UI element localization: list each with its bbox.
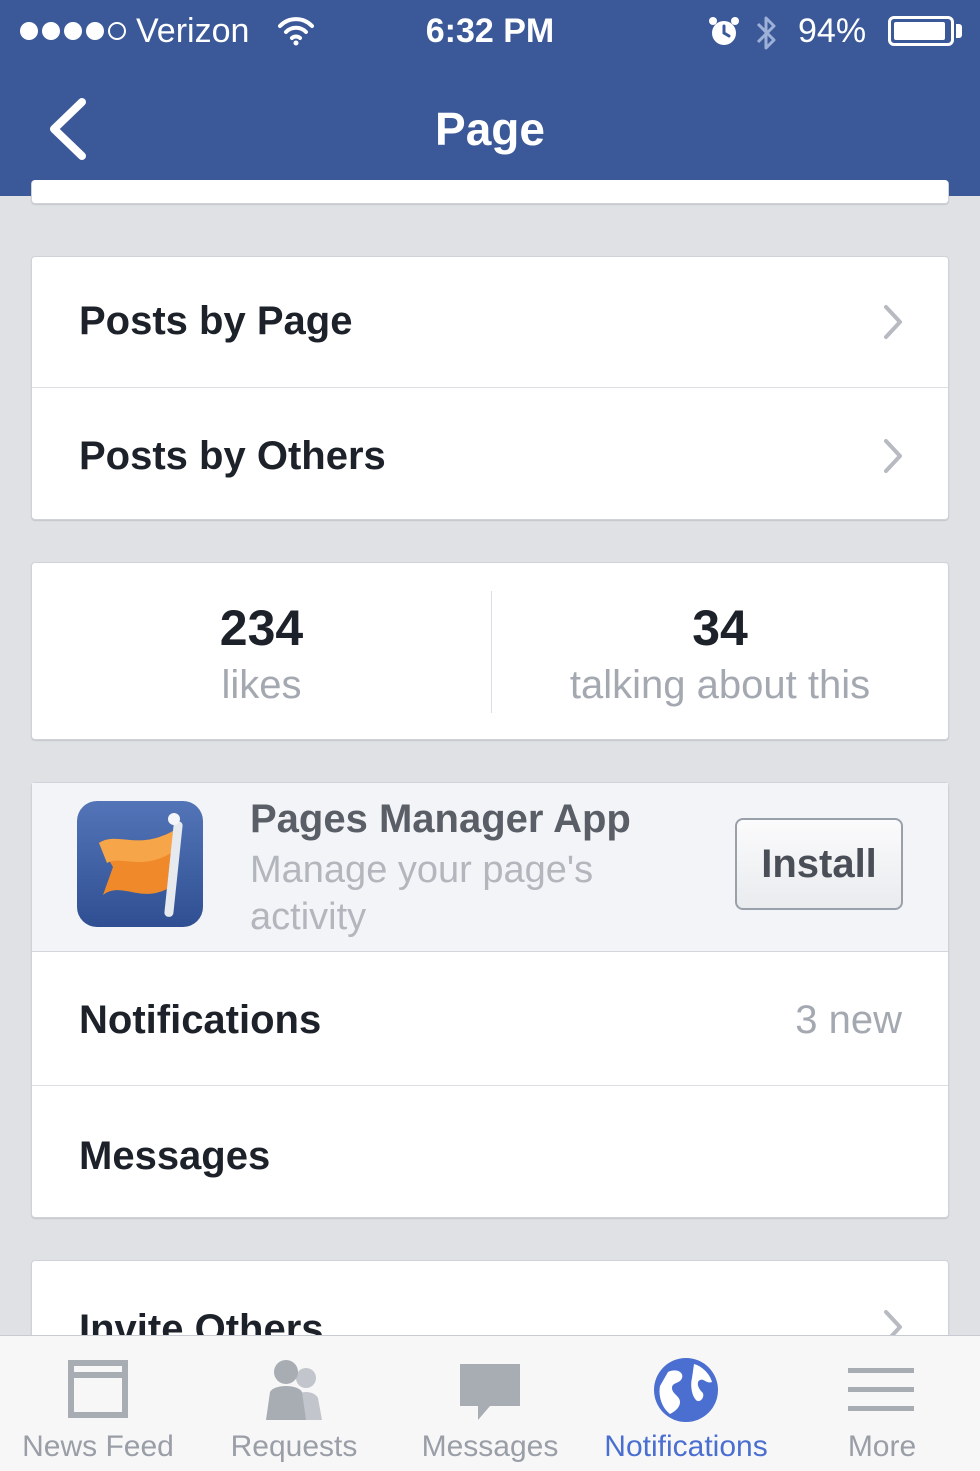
posts-card: Posts by Page Posts by Others bbox=[31, 256, 949, 520]
messages-label: Messages bbox=[79, 1134, 271, 1178]
status-bar: Verizon 6:32 PM 94% bbox=[0, 0, 980, 66]
chevron-right-icon bbox=[884, 305, 902, 339]
globe-icon bbox=[654, 1358, 718, 1422]
battery-nub bbox=[956, 24, 962, 38]
previous-card-edge bbox=[31, 180, 949, 204]
alarm-icon bbox=[709, 17, 739, 45]
flag-icon bbox=[77, 801, 203, 927]
messages-icon bbox=[460, 1364, 520, 1420]
nav-bar: Page bbox=[0, 66, 980, 196]
header: Verizon 6:32 PM 94% Page bbox=[0, 0, 980, 196]
talking-about-stat[interactable]: 34 talking about this bbox=[492, 563, 948, 739]
bluetooth-icon bbox=[756, 16, 776, 50]
talking-count: 34 bbox=[692, 600, 748, 656]
talking-label: talking about this bbox=[569, 663, 871, 707]
tab-news-feed[interactable]: News Feed bbox=[0, 1336, 196, 1471]
tab-label: Notifications bbox=[604, 1430, 768, 1463]
news-feed-icon bbox=[68, 1360, 128, 1418]
manage-card: Pages Manager App Manage your page's act… bbox=[31, 782, 949, 1218]
menu-icon bbox=[848, 1368, 914, 1411]
likes-stat[interactable]: 234 likes bbox=[32, 563, 491, 739]
tab-label: More bbox=[847, 1430, 917, 1463]
tab-messages[interactable]: Messages bbox=[392, 1336, 588, 1471]
tab-more[interactable]: More bbox=[784, 1336, 980, 1471]
notifications-row[interactable]: Notifications 3 new bbox=[32, 952, 948, 1086]
install-button[interactable]: Install bbox=[735, 818, 903, 910]
likes-label: likes bbox=[221, 663, 302, 707]
stats-card: 234 likes 34 talking about this bbox=[31, 562, 949, 740]
promo-description: Manage your page's activity bbox=[250, 849, 594, 938]
messages-row[interactable]: Messages bbox=[32, 1086, 948, 1218]
posts-by-page-label: Posts by Page bbox=[79, 299, 353, 343]
tab-label: Requests bbox=[230, 1430, 358, 1463]
posts-by-others-row[interactable]: Posts by Others bbox=[32, 388, 948, 519]
tab-bar: News Feed Requests Messages Notification… bbox=[0, 1335, 980, 1471]
tab-requests[interactable]: Requests bbox=[196, 1336, 392, 1471]
promo-title: Pages Manager App bbox=[250, 797, 631, 841]
tab-label: Messages bbox=[421, 1430, 559, 1463]
chevron-right-icon bbox=[884, 439, 902, 473]
pages-manager-promo: Pages Manager App Manage your page's act… bbox=[32, 783, 948, 952]
page-title: Page bbox=[435, 103, 545, 155]
tab-label: News Feed bbox=[22, 1430, 174, 1463]
posts-by-page-row[interactable]: Posts by Page bbox=[32, 257, 948, 388]
battery-icon bbox=[888, 16, 954, 46]
requests-icon bbox=[266, 1360, 322, 1420]
notifications-count: 3 new bbox=[795, 998, 902, 1042]
posts-by-others-label: Posts by Others bbox=[79, 434, 386, 478]
battery-percentage: 94% bbox=[798, 12, 867, 50]
tab-notifications[interactable]: Notifications bbox=[588, 1336, 784, 1471]
likes-count: 234 bbox=[219, 600, 304, 656]
notifications-label: Notifications bbox=[79, 998, 322, 1042]
